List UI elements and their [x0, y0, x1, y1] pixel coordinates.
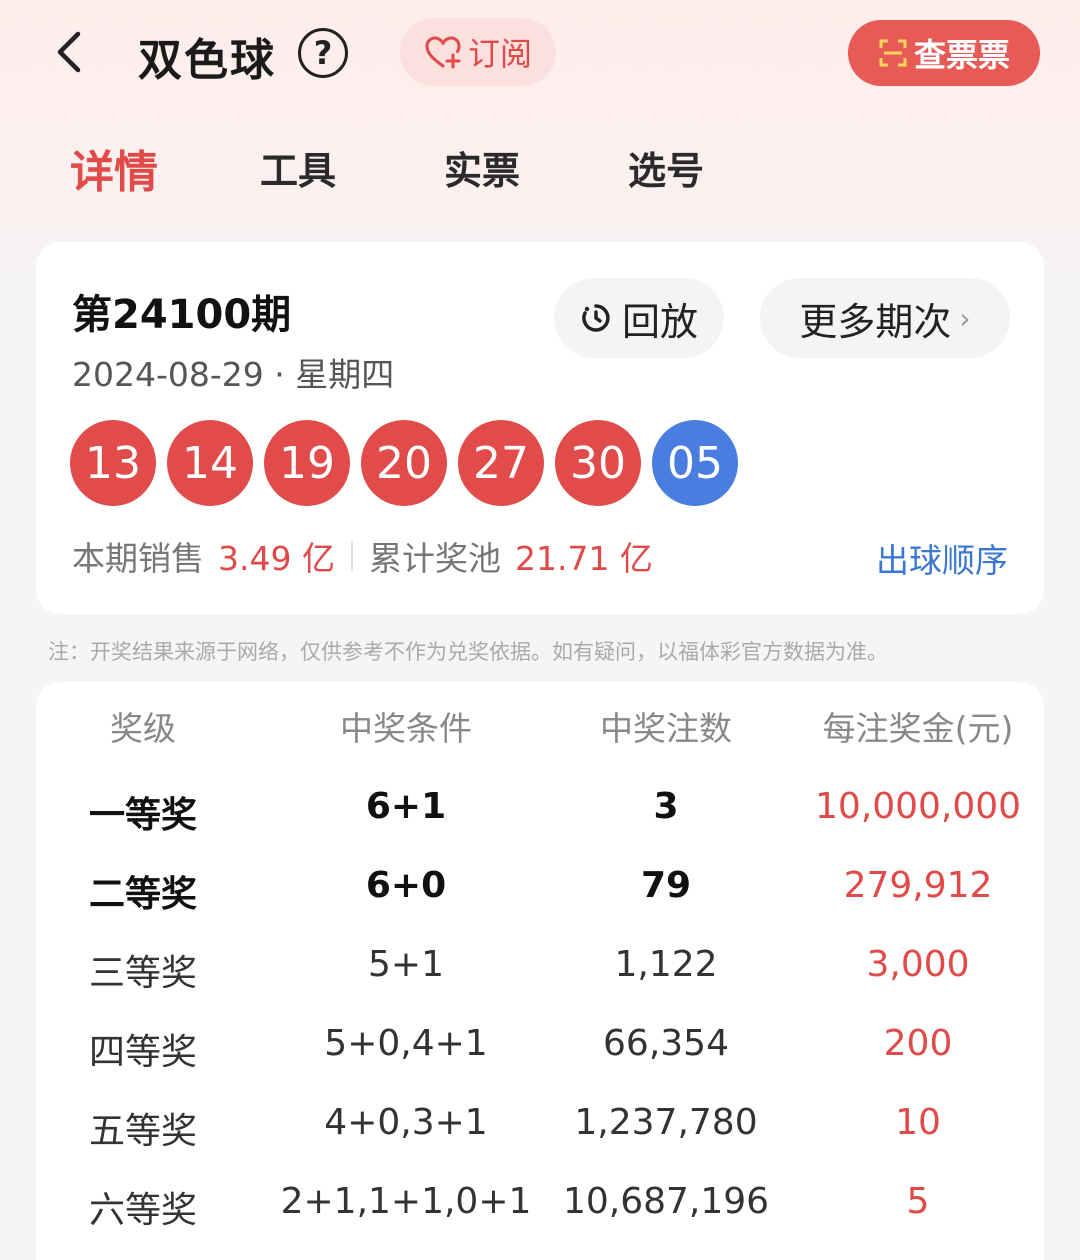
- red-ball: 30: [555, 420, 641, 506]
- replay-label: 回放: [621, 299, 698, 344]
- prize-amount: 5: [906, 1181, 930, 1222]
- blue-ball: 05: [652, 420, 738, 506]
- tab-real-tickets[interactable]: 实票: [444, 140, 520, 195]
- table-header: 奖级: [110, 709, 176, 748]
- sales-label: 本期销售: [72, 539, 204, 578]
- tab-tools[interactable]: 工具: [260, 140, 336, 195]
- prize-condition: 4+0,3+1: [324, 1102, 488, 1143]
- tab-details[interactable]: 详情: [70, 136, 158, 200]
- tab-pick-numbers[interactable]: 选号: [628, 140, 704, 195]
- prize-count: 10,687,196: [562, 1181, 770, 1222]
- prize-level: 六等奖: [88, 1190, 197, 1231]
- disclaimer-note: 注：开奖结果来源于网络，仅供参考不作为兑奖依据。如有疑问，以福体彩官方数据为准。: [48, 640, 888, 664]
- red-ball: 20: [361, 420, 447, 506]
- prize-condition: 5+1: [368, 944, 444, 985]
- prize-amount: 10,000,000: [814, 786, 1022, 827]
- prize-amount: 279,912: [843, 865, 993, 906]
- prize-level: 四等奖: [88, 1032, 197, 1073]
- help-button[interactable]: ?: [298, 28, 348, 78]
- draw-result-card: 第24100期 2024-08-29 · 星期四 回放 更多期次 › 13 14…: [36, 242, 1044, 614]
- chevron-right-icon: ›: [959, 301, 971, 335]
- red-ball: 27: [458, 420, 544, 506]
- chevron-left-icon: [57, 31, 81, 73]
- help-icon: ?: [313, 34, 333, 72]
- divider: [350, 541, 353, 571]
- red-ball: 14: [167, 420, 253, 506]
- check-ticket-label: 查票票: [913, 36, 1010, 74]
- more-issues-button[interactable]: 更多期次 ›: [760, 278, 1010, 358]
- prize-amount: 3,000: [866, 944, 970, 985]
- replay-timer-icon: [582, 304, 610, 332]
- red-ball: 13: [70, 420, 156, 506]
- prize-count: 1,122: [614, 944, 718, 985]
- prize-count: 79: [640, 865, 692, 906]
- pool-value: 21.71 亿: [514, 539, 653, 578]
- prize-amount: 10: [895, 1102, 941, 1143]
- check-ticket-button[interactable]: 查票票: [848, 20, 1040, 86]
- prize-level: 一等奖: [88, 795, 197, 836]
- prize-condition: 5+0,4+1: [324, 1023, 488, 1064]
- prize-condition: 6+0: [365, 865, 447, 906]
- prize-count: 1,237,780: [574, 1102, 758, 1143]
- prize-condition: 2+1,1+1,0+1: [280, 1181, 532, 1222]
- prize-condition: 6+1: [365, 786, 447, 827]
- prize-level: 五等奖: [88, 1111, 197, 1152]
- issue-number: 第24100期: [72, 292, 292, 338]
- draw-date: 2024-08-29 · 星期四: [72, 355, 395, 394]
- back-button[interactable]: [40, 22, 100, 82]
- prize-count: 66,354: [603, 1023, 729, 1064]
- tab-bar: 详情 工具 实票 选号: [0, 140, 1080, 220]
- page-title: 双色球: [138, 35, 276, 86]
- scan-icon: [879, 39, 907, 67]
- prize-count: 3: [653, 786, 679, 827]
- top-bar: 双色球 ? 订阅 查票票: [0, 0, 1080, 110]
- table-header: 中奖注数: [600, 709, 732, 748]
- winning-numbers: 13 14 19 20 27 30 05: [70, 420, 738, 506]
- prize-amount: 200: [883, 1023, 953, 1064]
- replay-button[interactable]: 回放: [554, 278, 724, 358]
- prize-table: 奖级 中奖条件 中奖注数 每注奖金(元) 一等奖 6+1 3 10,000,00…: [36, 682, 1044, 1260]
- sales-value: 3.49 亿: [218, 539, 335, 578]
- table-header: 中奖条件: [340, 709, 472, 748]
- table-header: 每注奖金(元): [822, 709, 1014, 748]
- more-issues-label: 更多期次: [799, 299, 952, 344]
- prize-level: 三等奖: [88, 953, 197, 994]
- heart-plus-icon: [425, 36, 461, 69]
- draw-order-link[interactable]: 出球顺序: [876, 534, 1008, 582]
- sales-info: 本期销售 3.49 亿 累计奖池 21.71 亿: [72, 532, 653, 580]
- prize-level: 二等奖: [88, 874, 197, 915]
- red-ball: 19: [264, 420, 350, 506]
- pool-label: 累计奖池: [368, 539, 501, 578]
- subscribe-button[interactable]: 订阅: [400, 18, 556, 86]
- subscribe-label: 订阅: [467, 35, 532, 73]
